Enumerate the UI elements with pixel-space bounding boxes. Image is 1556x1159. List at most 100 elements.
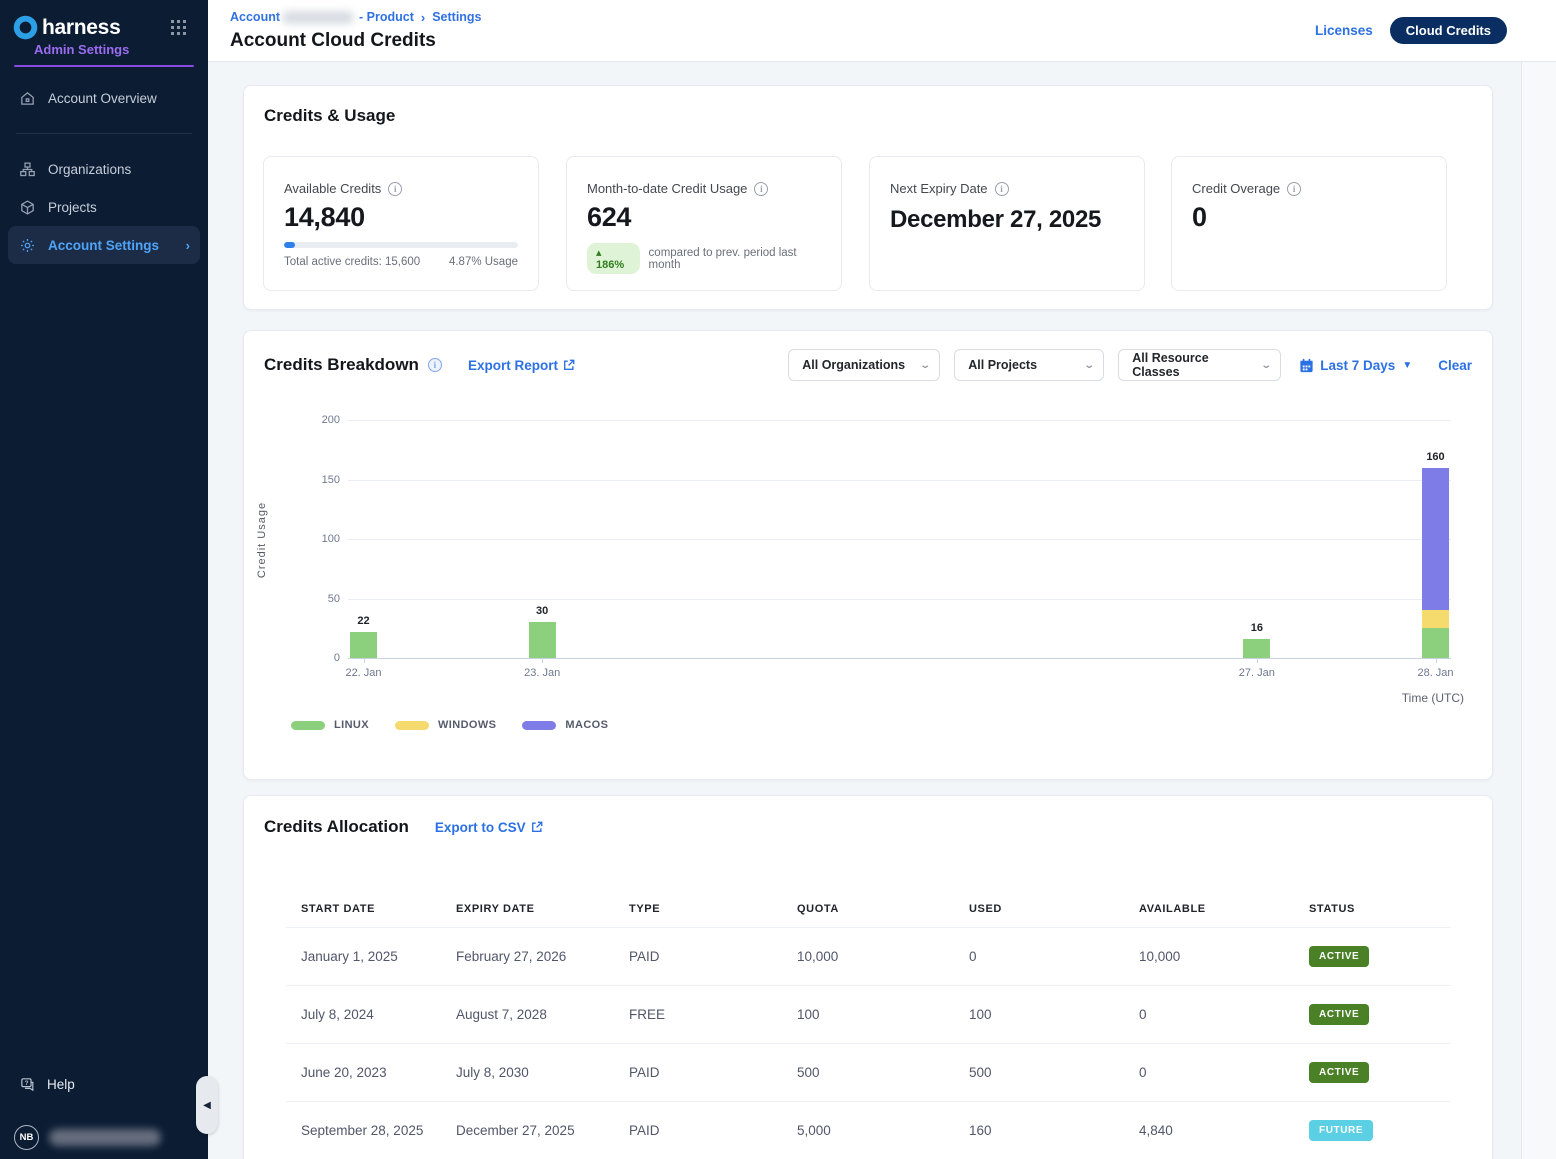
help-button[interactable]: ? Help (0, 1067, 208, 1101)
main-area: Account - Product › Settings Account Clo… (208, 0, 1556, 1159)
bar-segment-linux (1243, 639, 1270, 658)
cell-expiry: February 27, 2026 (456, 949, 629, 964)
cell-used: 0 (969, 949, 1139, 964)
chevron-down-icon: ⌄ (919, 360, 931, 371)
sidebar-collapse-handle[interactable]: ◀ (196, 1076, 218, 1134)
next-expiry-value: December 27, 2025 (890, 204, 1124, 236)
sidebar-item-account-settings[interactable]: Account Settings › (8, 226, 200, 264)
credits-usage-card: Credits & Usage Available Credits i 14,8… (243, 85, 1493, 310)
clear-filters-link[interactable]: Clear (1438, 358, 1472, 373)
legend-item-windows[interactable]: WINDOWS (395, 719, 496, 731)
cell-quota: 100 (797, 1007, 969, 1022)
page-header: Account - Product › Settings Account Clo… (208, 0, 1556, 62)
credits-breakdown-title: Credits Breakdown (264, 355, 419, 375)
credit-overage-label: Credit Overage (1192, 181, 1280, 196)
x-tick-label: 27. Jan (1222, 667, 1292, 679)
chart-plot: 223016160 (348, 420, 1451, 658)
cloud-credits-button[interactable]: Cloud Credits (1390, 17, 1507, 44)
sidebar-nav: Account Overview Organizations Projects (0, 79, 208, 264)
breadcrumb-settings[interactable]: Settings (432, 10, 481, 24)
status-badge: ACTIVE (1309, 1062, 1369, 1083)
sidebar-item-label: Projects (48, 200, 97, 215)
breadcrumb-product[interactable]: - Product (359, 10, 414, 24)
cell-quota: 500 (797, 1065, 969, 1080)
info-icon[interactable]: i (754, 182, 768, 196)
column-header: EXPIRY DATE (456, 903, 629, 915)
cell-available: 4,840 (1139, 1123, 1309, 1138)
sidebar-item-account-overview[interactable]: Account Overview (0, 79, 208, 117)
export-csv-label: Export to CSV (435, 820, 526, 835)
avatar[interactable]: NB (14, 1125, 39, 1150)
projects-select-value: All Projects (968, 358, 1037, 372)
table-row: July 8, 2024August 7, 2028FREE1001000ACT… (286, 985, 1451, 1043)
cell-available: 0 (1139, 1007, 1309, 1022)
legend-item-linux[interactable]: LINUX (291, 719, 369, 731)
allocation-table-header: START DATEEXPIRY DATETYPEQUOTAUSEDAVAILA… (286, 891, 1451, 927)
help-chat-icon: ? (18, 1075, 36, 1093)
licenses-link[interactable]: Licenses (1315, 23, 1373, 38)
table-row: January 1, 2025February 27, 2026PAID10,0… (286, 927, 1451, 985)
apps-grid-icon[interactable] (171, 20, 186, 35)
legend-swatch (291, 721, 325, 730)
bar-segment-macos (1422, 468, 1449, 611)
module-name: Admin Settings (12, 42, 196, 57)
calendar-icon (1299, 358, 1314, 373)
mtd-usage-card: Month-to-date Credit Usage i 624 ▴ 186% … (566, 156, 842, 291)
cell-expiry: August 7, 2028 (456, 1007, 629, 1022)
external-link-icon (563, 359, 575, 371)
y-tick-label: 0 (300, 652, 340, 664)
allocation-table: START DATEEXPIRY DATETYPEQUOTAUSEDAVAILA… (286, 891, 1451, 1159)
column-header: START DATE (286, 903, 456, 915)
info-icon[interactable]: i (1287, 182, 1301, 196)
resource-classes-select[interactable]: All Resource Classes ⌄ (1118, 349, 1281, 381)
sidebar-item-label: Account Settings (48, 238, 159, 253)
x-tick-label: 28. Jan (1401, 667, 1471, 679)
cell-expiry: July 8, 2030 (456, 1065, 629, 1080)
breadcrumb-separator-icon: › (421, 10, 425, 25)
export-report-link[interactable]: Export Report (468, 358, 575, 373)
sidebar-item-projects[interactable]: Projects (0, 188, 208, 226)
home-icon (18, 89, 36, 107)
credit-overage-card: Credit Overage i 0 (1171, 156, 1447, 291)
projects-select[interactable]: All Projects ⌄ (954, 349, 1104, 381)
bar-value-label: 16 (1227, 622, 1287, 634)
bar-segment-linux (1422, 628, 1449, 658)
sidebar-item-organizations[interactable]: Organizations (0, 150, 208, 188)
cell-type: FREE (629, 1007, 797, 1022)
export-report-label: Export Report (468, 358, 558, 373)
info-icon[interactable]: i (995, 182, 1009, 196)
legend-label: LINUX (334, 719, 369, 731)
info-icon[interactable]: i (428, 358, 442, 372)
cell-start: January 1, 2025 (286, 949, 456, 964)
y-tick-label: 150 (300, 474, 340, 486)
column-header: QUOTA (797, 903, 969, 915)
legend-item-macos[interactable]: MACOS (522, 719, 608, 731)
breadcrumb-account[interactable]: Account (230, 10, 280, 24)
legend-swatch (522, 721, 556, 730)
info-icon[interactable]: i (388, 182, 402, 196)
gridline (348, 420, 1451, 421)
x-tick-mark (364, 658, 365, 663)
chart-legend: LINUX WINDOWS MACOS (291, 719, 634, 731)
breadcrumb-redacted (282, 11, 354, 24)
y-tick-label: 50 (300, 593, 340, 605)
bar-value-label: 160 (1406, 451, 1466, 463)
column-header: STATUS (1309, 903, 1451, 915)
gridline (348, 480, 1451, 481)
sidebar-item-label: Account Overview (48, 91, 157, 106)
cell-used: 160 (969, 1123, 1139, 1138)
cell-quota: 5,000 (797, 1123, 969, 1138)
scroll-gutter[interactable] (1521, 62, 1556, 1159)
x-tick-mark (1257, 658, 1258, 663)
help-label: Help (47, 1077, 75, 1092)
x-tick-label: 22. Jan (329, 667, 399, 679)
gridline (348, 658, 1451, 659)
cell-start: July 8, 2024 (286, 1007, 456, 1022)
organizations-select[interactable]: All Organizations ⌄ (788, 349, 940, 381)
available-credits-label: Available Credits (284, 181, 381, 196)
date-range-picker[interactable]: Last 7 Days ▼ (1299, 358, 1412, 373)
brand-name: harness (42, 16, 120, 40)
export-csv-link[interactable]: Export to CSV (435, 820, 543, 835)
gridline (348, 539, 1451, 540)
trend-note: compared to prev. period last month (649, 247, 821, 271)
